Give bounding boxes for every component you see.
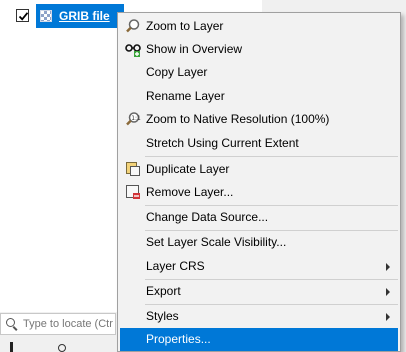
- submenu-arrow-icon: [386, 263, 390, 271]
- menu-item-set-scale-visibility[interactable]: Set Layer Scale Visibility...: [120, 231, 398, 254]
- duplicate-layer-icon: [126, 162, 140, 176]
- search-icon: [6, 318, 15, 327]
- remove-layer-icon: [126, 185, 140, 199]
- search-circle-icon[interactable]: [58, 344, 66, 352]
- menu-item-duplicate-layer[interactable]: Duplicate Layer: [120, 158, 398, 181]
- checkmark-icon: [18, 12, 29, 21]
- submenu-arrow-icon: [386, 313, 390, 321]
- raster-layer-icon: [40, 10, 52, 22]
- layer-name[interactable]: GRIB file: [59, 9, 110, 23]
- menu-item-copy-layer[interactable]: Copy Layer: [120, 61, 398, 84]
- menu-item-zoom-native-resolution[interactable]: 1:1 Zoom to Native Resolution (100%): [120, 108, 398, 131]
- layer-visibility-checkbox[interactable]: [16, 9, 29, 22]
- menu-item-remove-layer[interactable]: Remove Layer...: [120, 181, 398, 204]
- svg-text:1:1: 1:1: [131, 115, 141, 122]
- status-bar: [0, 336, 116, 352]
- menu-item-stretch-current-extent[interactable]: Stretch Using Current Extent: [120, 132, 398, 155]
- native-resolution-icon: 1:1: [126, 112, 141, 126]
- layer-context-menu: Zoom to Layer Show in Overview Copy Laye…: [117, 12, 401, 352]
- menu-item-layer-crs[interactable]: Layer CRS: [120, 255, 398, 278]
- menu-item-rename-layer[interactable]: Rename Layer: [120, 85, 398, 108]
- menu-item-properties[interactable]: Properties...: [120, 328, 398, 351]
- submenu-arrow-icon: [386, 288, 390, 296]
- zoom-layer-icon: [126, 19, 140, 33]
- menu-item-zoom-to-layer[interactable]: Zoom to Layer: [120, 15, 398, 38]
- windows-logo-icon[interactable]: [10, 342, 18, 352]
- menu-item-show-in-overview[interactable]: Show in Overview: [120, 38, 398, 61]
- locator-input[interactable]: Type to locate (Ctr: [23, 318, 113, 330]
- menu-item-styles[interactable]: Styles: [120, 305, 398, 328]
- menu-item-export[interactable]: Export: [120, 280, 398, 303]
- overview-icon: [125, 44, 141, 57]
- locator-bar[interactable]: Type to locate (Ctr: [0, 313, 116, 335]
- menu-separator: [145, 156, 398, 157]
- menu-item-change-data-source[interactable]: Change Data Source...: [120, 206, 398, 229]
